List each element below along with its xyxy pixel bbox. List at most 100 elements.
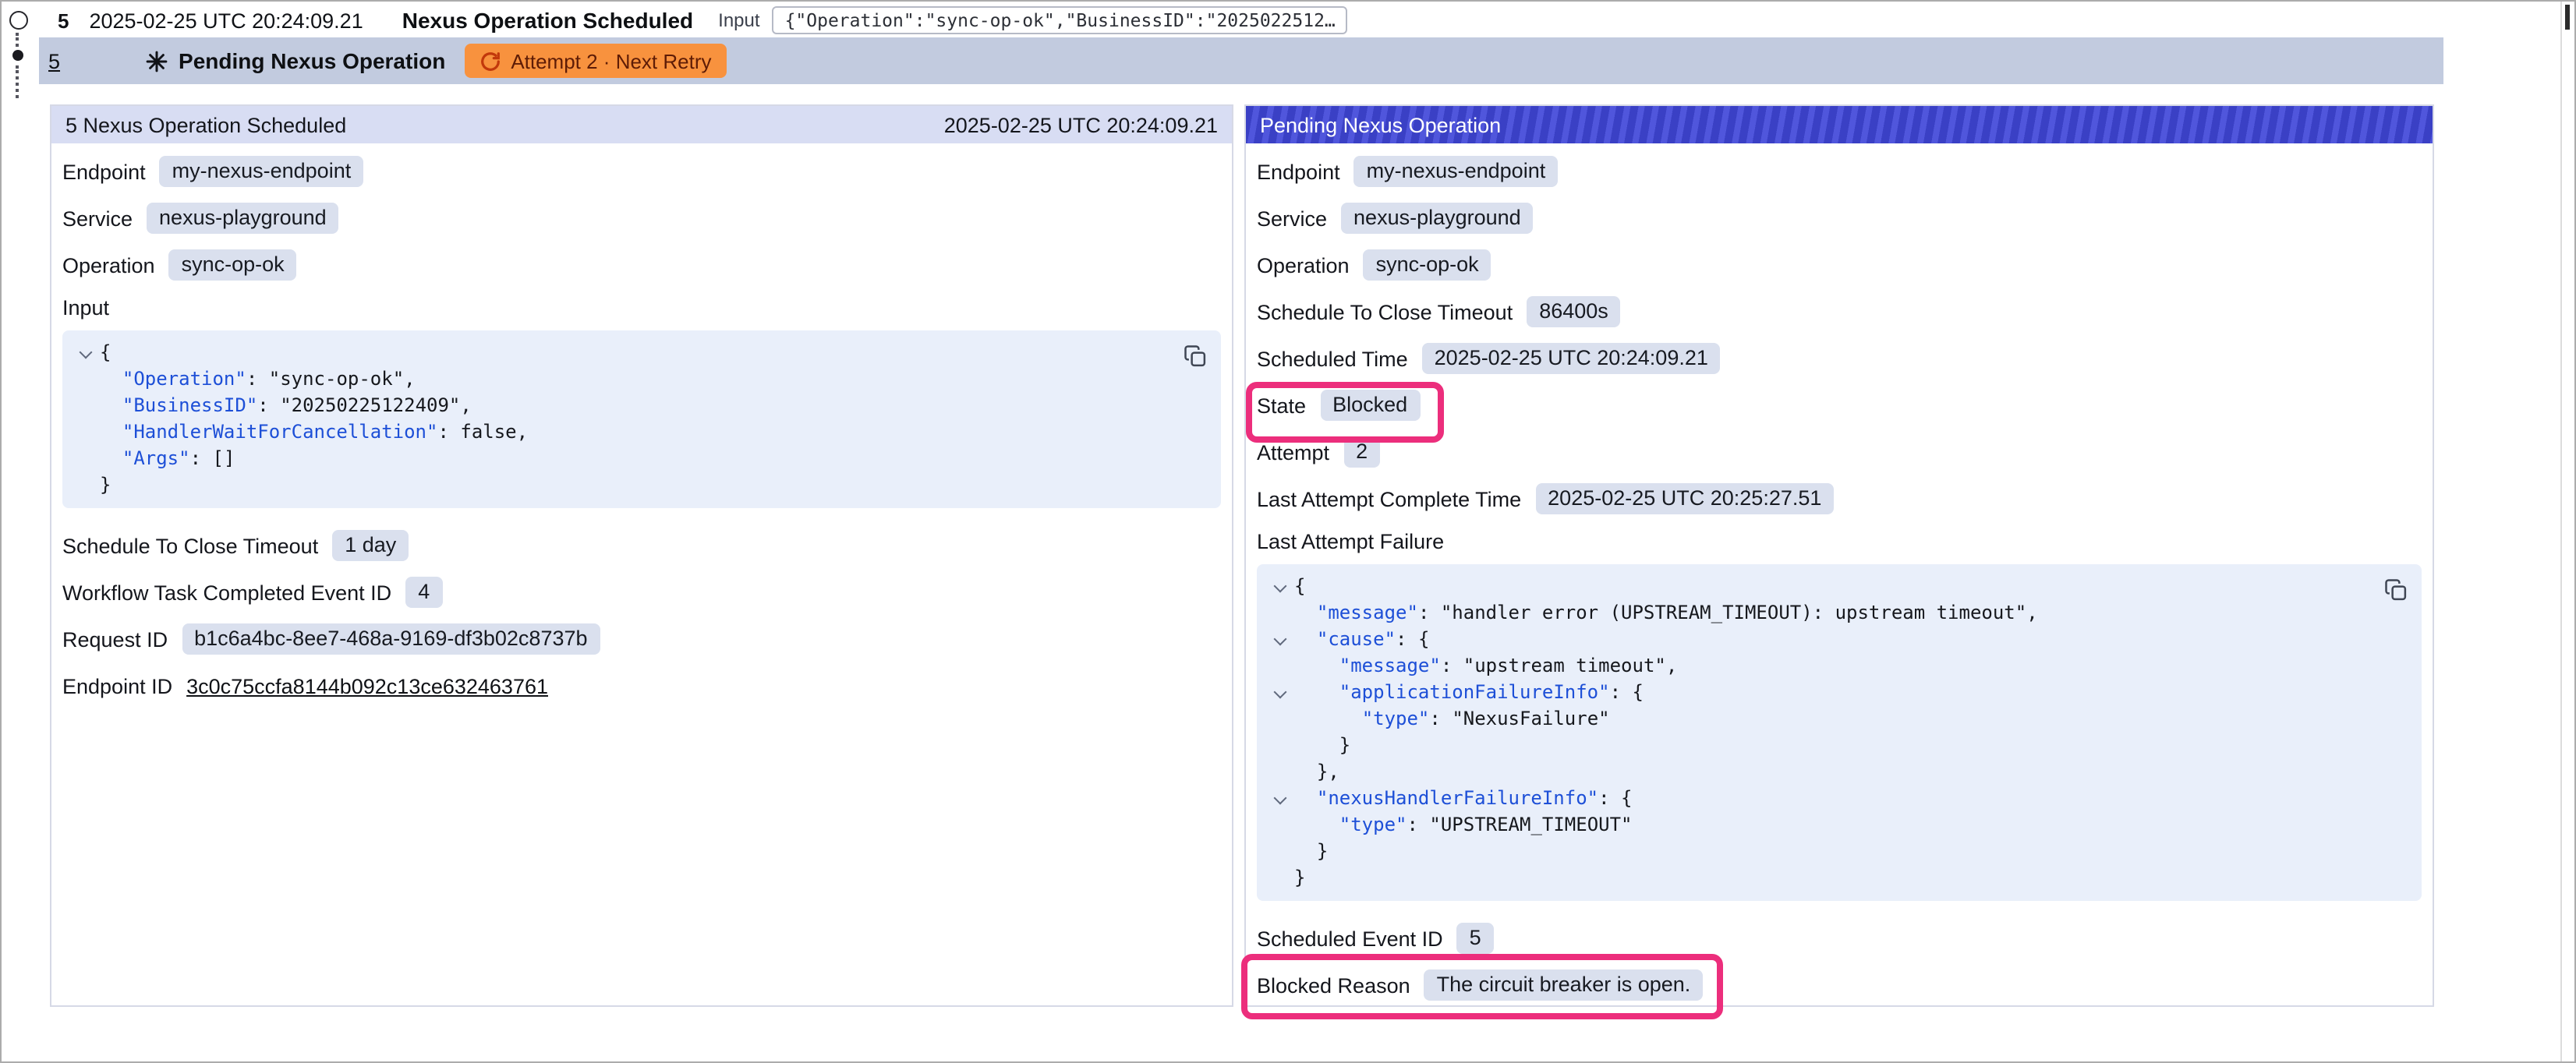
json-token: false <box>460 421 516 443</box>
code-gutter <box>1266 600 1294 627</box>
field-label: Operation <box>1257 253 1350 277</box>
json-token: } <box>1294 867 1305 888</box>
code-line: "BusinessID": "20250225122409", <box>72 393 1205 419</box>
field-label: Endpoint <box>1257 160 1340 183</box>
field-row-scheduled-time: Scheduled Time 2025-02-25 UTC 20:24:09.2… <box>1257 343 2422 374</box>
code-gutter <box>1266 733 1294 759</box>
pending-operation-header: Pending Nexus Operation <box>1246 106 2433 143</box>
json-token: : <box>1396 628 1418 650</box>
field-label: Scheduled Event ID <box>1257 927 1443 950</box>
field-value-badge: 5 <box>1457 923 1494 954</box>
field-value-badge: 1 day <box>332 530 409 561</box>
pending-asterisk-icon <box>144 49 168 72</box>
event-detail-header: 5 Nexus Operation Scheduled 2025-02-25 U… <box>51 106 1232 143</box>
field-row-endpoint-id: Endpoint ID 3c0c75ccfa8144b092c13ce63246… <box>62 670 1221 701</box>
json-token: "UPSTREAM_TIMEOUT" <box>1429 814 1632 835</box>
code-gutter <box>72 472 100 499</box>
scrollbar[interactable] <box>2560 2 2574 1061</box>
field-value-badge: 4 <box>405 577 442 608</box>
field-row-operation: Operation sync-op-ok <box>62 249 1221 281</box>
json-token: { <box>1418 628 1429 650</box>
event-timestamp: 2025-02-25 UTC 20:24:09.21 <box>89 9 363 32</box>
endpoint-id-link[interactable]: 3c0c75ccfa8144b092c13ce632463761 <box>186 674 548 697</box>
timeline-event-ring-icon[interactable] <box>9 11 28 30</box>
json-token: "sync-op-ok" <box>269 368 404 390</box>
field-label: State <box>1257 394 1306 417</box>
collapse-chevron-icon[interactable] <box>72 340 100 366</box>
state-badge: Blocked <box>1320 390 1420 421</box>
collapse-chevron-icon[interactable] <box>1266 786 1294 812</box>
field-label: Request ID <box>62 627 168 651</box>
field-label: Schedule To Close Timeout <box>62 534 318 557</box>
event-id[interactable]: 5 <box>58 9 69 32</box>
json-token: "NexusFailure" <box>1452 708 1609 729</box>
field-label: Operation <box>62 253 155 277</box>
field-label: Schedule To Close Timeout <box>1257 300 1513 323</box>
json-token: : <box>190 447 213 469</box>
input-json-viewer: {"Operation": "sync-op-ok","BusinessID":… <box>62 330 1221 508</box>
event-detail-header-time: 2025-02-25 UTC 20:24:09.21 <box>944 113 1218 136</box>
code-line: "applicationFailureInfo": { <box>1266 680 2406 706</box>
json-token: : <box>1441 655 1463 676</box>
timeline-dotted-connector <box>16 65 19 98</box>
json-token: : <box>1429 708 1452 729</box>
json-token: [] <box>213 447 235 469</box>
event-timeline <box>2 2 39 111</box>
json-key: "type" <box>1339 814 1407 835</box>
collapse-chevron-icon[interactable] <box>1266 627 1294 653</box>
json-token: , <box>404 368 415 390</box>
json-token: , <box>517 421 528 443</box>
input-section-label: Input <box>62 296 1221 320</box>
field-row-endpoint: Endpoint my-nexus-endpoint <box>1257 156 2422 187</box>
failure-json-viewer: {"message": "handler error (UPSTREAM_TIM… <box>1257 564 2422 901</box>
field-row-blocked-reason: Blocked Reason The circuit breaker is op… <box>1257 969 2422 1001</box>
code-line: } <box>1266 733 2406 759</box>
code-gutter <box>1266 839 1294 865</box>
event-summary-row[interactable]: 5 2025-02-25 UTC 20:24:09.21 Nexus Opera… <box>39 3 1348 37</box>
collapse-chevron-icon[interactable] <box>1266 574 1294 600</box>
json-token: , <box>460 394 471 416</box>
json-token: : <box>437 421 460 443</box>
collapse-chevron-icon[interactable] <box>1266 680 1294 706</box>
code-line: "Operation": "sync-op-ok", <box>72 366 1205 393</box>
field-value-badge: sync-op-ok <box>1364 249 1491 281</box>
pending-event-id-link[interactable]: 5 <box>48 49 60 72</box>
field-label: Scheduled Time <box>1257 347 1408 370</box>
field-row-request-id: Request ID b1c6a4bc-8ee7-468a-9169-df3b0… <box>62 623 1221 655</box>
field-value-badge: 86400s <box>1527 296 1621 327</box>
event-input-label: Input <box>718 9 759 31</box>
code-gutter <box>1266 812 1294 839</box>
field-row-last-attempt-complete-time: Last Attempt Complete Time 2025-02-25 UT… <box>1257 483 2422 514</box>
pending-operation-row[interactable]: 5 Pending Nexus Operation Attempt 2 · Ne… <box>39 37 2443 84</box>
event-input-preview[interactable]: {"Operation":"sync-op-ok","BusinessID":"… <box>773 6 1348 34</box>
timeline-event-dot-icon[interactable] <box>12 50 23 61</box>
json-key: "HandlerWaitForCancellation" <box>122 421 438 443</box>
scrollbar-thumb[interactable] <box>2565 5 2570 30</box>
json-token: : <box>1610 681 1633 703</box>
code-line: { <box>1266 574 2406 600</box>
json-token: } <box>1339 734 1350 756</box>
code-line: "message": "upstream timeout", <box>1266 653 2406 680</box>
code-line: "message": "handler error (UPSTREAM_TIME… <box>1266 600 2406 627</box>
code-line: "Args": [] <box>72 446 1205 472</box>
field-value-badge: my-nexus-endpoint <box>1354 156 1559 187</box>
json-token: , <box>1666 655 1677 676</box>
code-line: { <box>72 340 1205 366</box>
copy-icon[interactable] <box>2383 577 2408 602</box>
copy-icon[interactable] <box>1182 343 1207 368</box>
json-token: } <box>1317 840 1328 862</box>
code-line: } <box>72 472 1205 499</box>
code-gutter <box>1266 865 1294 892</box>
json-key: "nexusHandlerFailureInfo" <box>1317 787 1598 809</box>
event-title: Nexus Operation Scheduled <box>402 8 693 33</box>
field-value-badge: nexus-playground <box>1341 203 1534 234</box>
code-gutter <box>1266 759 1294 786</box>
json-token: { <box>1632 681 1643 703</box>
event-detail-panel: 5 Nexus Operation Scheduled 2025-02-25 U… <box>50 104 1233 1007</box>
field-row-workflow-task-completed-event-id: Workflow Task Completed Event ID 4 <box>62 577 1221 608</box>
code-line: } <box>1266 865 2406 892</box>
retry-icon <box>479 51 500 71</box>
field-label: Endpoint ID <box>62 674 172 697</box>
pending-operation-panel: Pending Nexus Operation Endpoint my-nexu… <box>1244 104 2434 1007</box>
pending-operation-title: Pending Nexus Operation <box>179 48 445 73</box>
